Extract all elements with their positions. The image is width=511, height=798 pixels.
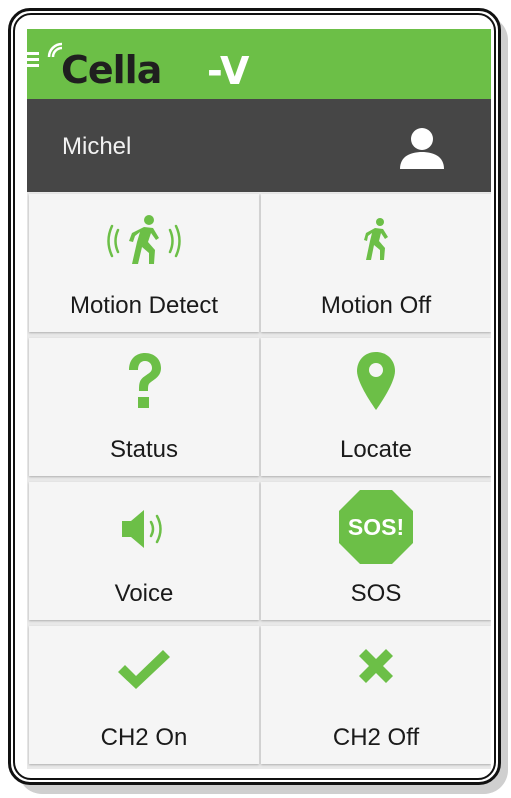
tile-sos[interactable]: SOS! SOS [261, 482, 491, 620]
tile-motion-off[interactable]: Motion Off [261, 194, 491, 332]
tile-label: CH2 On [100, 724, 188, 751]
user-icon[interactable] [397, 124, 447, 174]
map-pin-icon [357, 352, 395, 410]
tile-ch2-off[interactable]: CH2 Off [261, 626, 491, 764]
user-bar: Michel [27, 99, 491, 192]
x-icon [359, 649, 393, 683]
tile-status[interactable]: Status [29, 338, 259, 476]
tile-locate[interactable]: Locate [261, 338, 491, 476]
running-person-icon [364, 218, 388, 260]
app-screen: Cella -V Michel Motion Detect Motion Off… [27, 29, 491, 769]
menu-icon[interactable] [27, 52, 39, 68]
logo-suffix: -V [207, 49, 250, 93]
question-mark-icon [129, 353, 161, 408]
motion-detect-icon [107, 215, 181, 264]
tile-label: Locate [339, 436, 413, 463]
tile-ch2-on[interactable]: CH2 On [29, 626, 259, 764]
tile-label: Motion Detect [69, 292, 219, 319]
speaker-icon [122, 510, 162, 548]
app-logo: Cella -V [47, 37, 257, 93]
tile-label: Voice [114, 580, 174, 607]
checkmark-icon [118, 650, 170, 689]
tile-label: SOS [350, 580, 402, 607]
tile-label: CH2 Off [332, 724, 420, 751]
top-bar: Cella -V [27, 29, 491, 99]
tile-voice[interactable]: Voice [29, 482, 259, 620]
sos-stop-sign-icon: SOS! [339, 490, 413, 564]
username: Michel [62, 133, 132, 160]
logo-text: Cella [61, 48, 162, 92]
tile-motion-detect[interactable]: Motion Detect [29, 194, 259, 332]
tile-label: Motion Off [320, 292, 432, 319]
sos-sign-text: SOS! [348, 514, 404, 540]
tile-label: Status [109, 436, 179, 463]
